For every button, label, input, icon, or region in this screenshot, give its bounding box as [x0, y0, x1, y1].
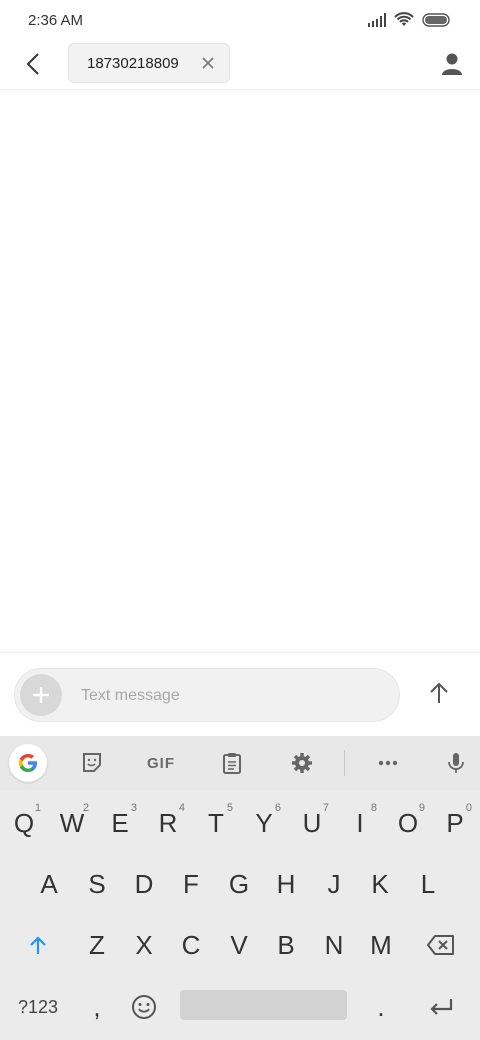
wifi-icon — [394, 12, 414, 28]
battery-icon — [422, 13, 452, 27]
key-e[interactable]: E3 — [97, 792, 143, 854]
compose-bar: Text message — [0, 652, 480, 736]
key-u[interactable]: U7 — [289, 792, 335, 854]
gif-label: GIF — [147, 754, 175, 772]
plus-icon — [33, 687, 49, 703]
key-y[interactable]: Y6 — [241, 792, 287, 854]
key-c[interactable]: C — [168, 914, 214, 976]
period-key[interactable]: . — [358, 976, 404, 1038]
signal-icon — [368, 13, 386, 27]
key-p[interactable]: P0 — [432, 792, 478, 854]
backspace-icon — [427, 935, 454, 955]
keyboard: GIF Q 1 W 2 E 3 R 4 T 5 Y 6 U 7 I 8 O 9 … — [0, 736, 480, 1040]
key-a[interactable]: A — [26, 853, 72, 915]
key-d[interactable]: D — [121, 853, 167, 915]
symbols-key[interactable]: ?123 — [12, 976, 64, 1038]
key-o[interactable]: O9 — [385, 792, 431, 854]
emoji-key[interactable] — [121, 976, 167, 1038]
settings-button[interactable] — [288, 748, 316, 778]
key-l[interactable]: L — [405, 853, 451, 915]
sticker-icon — [83, 753, 101, 772]
contact-button[interactable] — [438, 50, 466, 78]
emoji-icon — [132, 995, 156, 1019]
key-f[interactable]: F — [168, 853, 214, 915]
remove-recipient-button[interactable] — [201, 56, 215, 70]
voice-input-button[interactable] — [442, 748, 470, 778]
key-s[interactable]: S — [74, 853, 120, 915]
gear-icon — [292, 753, 312, 773]
key-row-4: ?123 , . — [0, 976, 480, 1038]
shift-icon — [30, 936, 46, 954]
key-z[interactable]: Z — [74, 914, 120, 976]
comma-key[interactable]: , — [74, 976, 120, 1038]
key-t[interactable]: T5 — [193, 792, 239, 854]
message-list — [0, 91, 480, 652]
gif-button[interactable]: GIF — [143, 748, 179, 778]
back-button[interactable] — [20, 50, 48, 78]
key-q[interactable]: Q1 — [1, 792, 47, 854]
key-k[interactable]: K — [357, 853, 403, 915]
send-button[interactable] — [425, 679, 453, 707]
key-v[interactable]: V — [216, 914, 262, 976]
recipient-chip[interactable]: 18730218809 — [68, 43, 230, 83]
key-w[interactable]: W2 — [49, 792, 95, 854]
mic-icon — [448, 753, 464, 773]
backspace-key[interactable] — [418, 914, 464, 976]
more-button[interactable] — [374, 748, 402, 778]
recipient-number: 18730218809 — [87, 54, 179, 72]
send-arrow-icon — [430, 682, 448, 703]
key-i[interactable]: I8 — [337, 792, 383, 854]
key-m[interactable]: M — [358, 914, 404, 976]
key-h[interactable]: H — [263, 853, 309, 915]
status-icons — [368, 12, 452, 28]
key-x[interactable]: X — [121, 914, 167, 976]
status-time: 2:36 AM — [28, 12, 84, 29]
key-row-3: Z X C V B N M — [0, 914, 480, 976]
conversation-header: 18730218809 — [0, 40, 480, 90]
message-input[interactable]: Text message — [14, 668, 400, 722]
attach-button[interactable] — [20, 674, 62, 716]
clipboard-button[interactable] — [218, 748, 246, 778]
toolbar-divider — [344, 750, 345, 776]
sticker-button[interactable] — [78, 748, 106, 778]
key-n[interactable]: N — [311, 914, 357, 976]
google-search-button[interactable] — [9, 744, 47, 782]
key-r[interactable]: R4 — [145, 792, 191, 854]
more-icon — [378, 760, 398, 766]
message-placeholder: Text message — [81, 687, 180, 704]
key-row-1: Q1 W2 E3 R4 T5 Y6 U7 I8 O9 P0 — [0, 792, 480, 854]
space-key[interactable] — [180, 990, 347, 1020]
enter-icon — [430, 999, 453, 1015]
key-g[interactable]: G — [216, 853, 262, 915]
key-row-2: A S D F G H J K L — [0, 853, 480, 915]
enter-key[interactable] — [418, 976, 464, 1038]
key-j[interactable]: J — [311, 853, 357, 915]
key-b[interactable]: B — [263, 914, 309, 976]
close-icon — [202, 57, 214, 69]
shift-key[interactable] — [15, 914, 61, 976]
keyboard-toolbar: GIF — [0, 736, 480, 790]
contact-icon — [442, 53, 462, 75]
google-icon — [19, 754, 37, 772]
back-icon — [26, 53, 39, 75]
status-bar: 2:36 AM — [0, 0, 480, 40]
clipboard-icon — [223, 753, 241, 774]
